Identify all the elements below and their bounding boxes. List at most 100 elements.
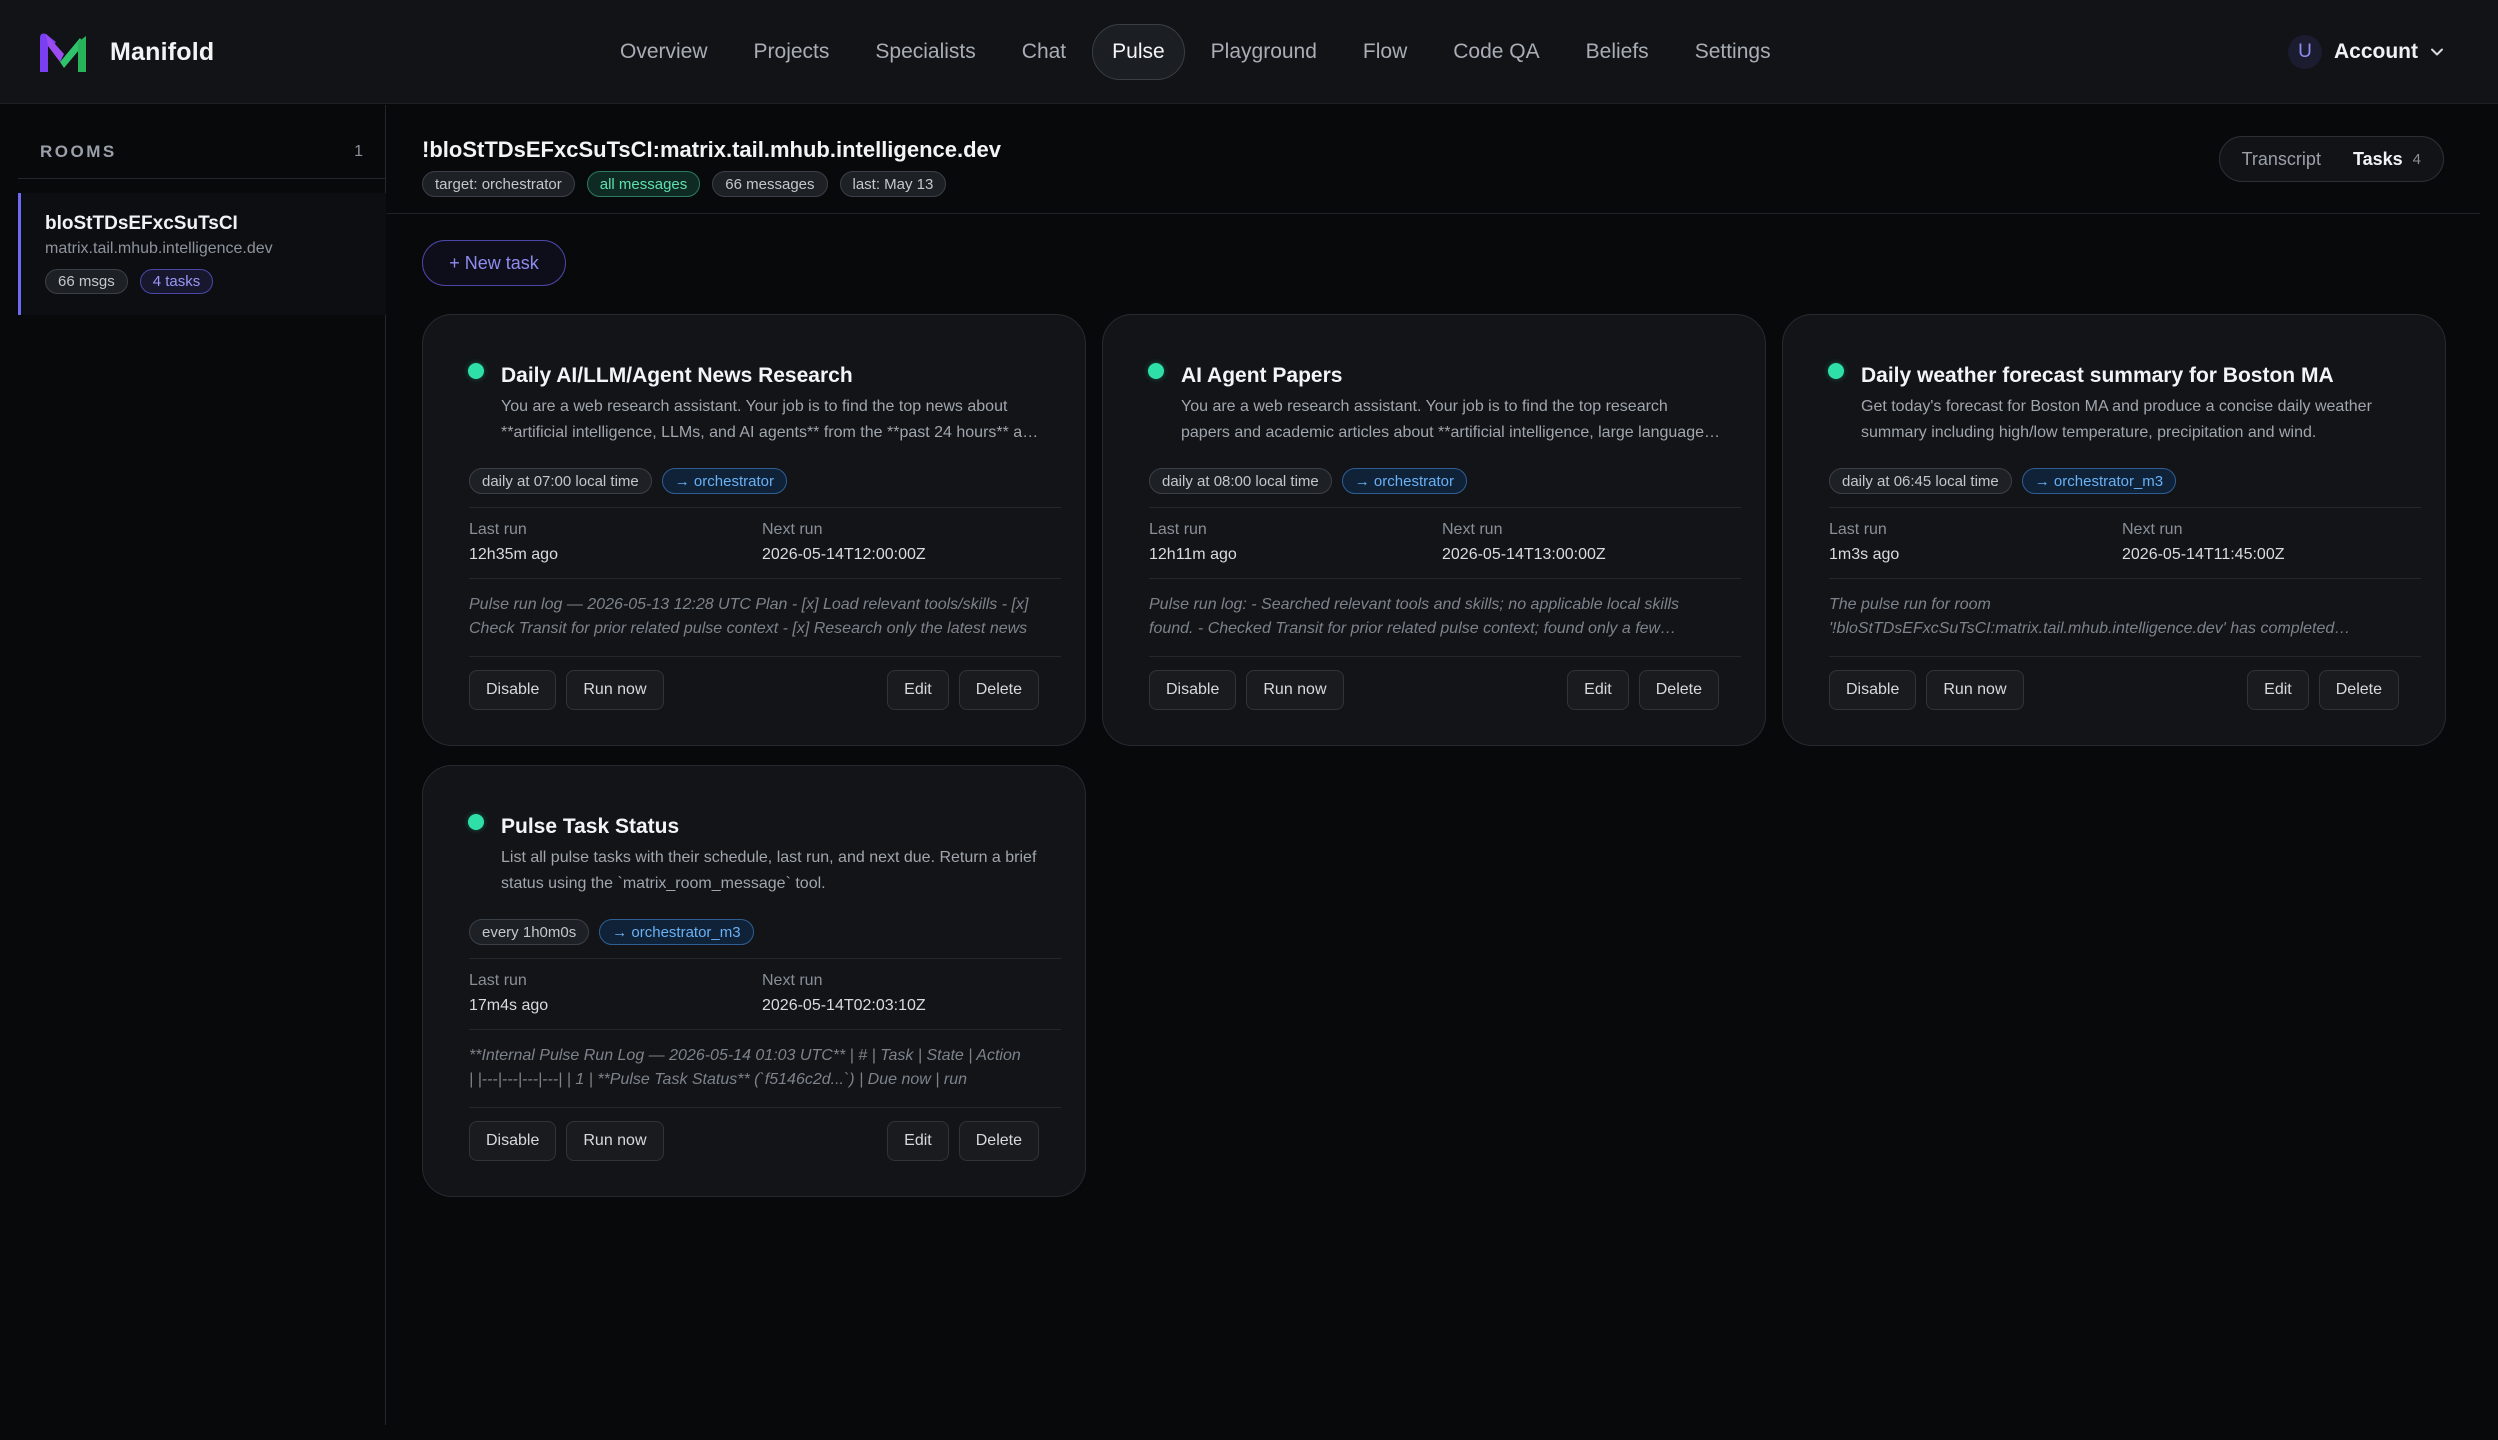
target-badge: → orchestrator: [661, 468, 787, 494]
new-task-button[interactable]: + New task: [422, 240, 566, 286]
last-run-label: Last run: [469, 972, 527, 989]
divider: [387, 213, 2480, 214]
edit-button[interactable]: Edit: [1567, 670, 1629, 710]
last-run: Last run 12h11m ago: [1149, 521, 1237, 564]
task-title: Daily weather forecast summary for Bosto…: [1861, 364, 2334, 387]
disable-button[interactable]: Disable: [469, 670, 557, 710]
delete-button[interactable]: Delete: [958, 1121, 1039, 1161]
task-tags: every 1h0m0s → orchestrator_m3: [469, 919, 754, 945]
tab-tasks[interactable]: Tasks 4: [2337, 142, 2437, 176]
delete-button[interactable]: Delete: [958, 670, 1039, 710]
next-run-value: 2026-05-14T13:00:00Z: [1442, 546, 1606, 563]
task-title: Daily AI/LLM/Agent News Research: [501, 364, 853, 387]
divider: [469, 1107, 1061, 1108]
next-run: Next run 2026-05-14T11:45:00Z: [2122, 521, 2284, 564]
next-run-value: 2026-05-14T11:45:00Z: [2122, 546, 2285, 563]
delete-button[interactable]: Delete: [1638, 670, 1719, 710]
disable-button[interactable]: Disable: [1829, 670, 1917, 710]
disable-button[interactable]: Disable: [469, 1121, 557, 1161]
divider: [469, 578, 1061, 579]
messages-badge: 66 messages: [712, 171, 828, 197]
account-label: Account: [2334, 40, 2418, 63]
nav-playground[interactable]: Playground: [1191, 24, 1337, 80]
room-host: matrix.tail.mhub.intelligence.dev: [45, 240, 273, 257]
rooms-header: ROOMS 1: [40, 137, 363, 167]
target-badge: → orchestrator: [1341, 468, 1467, 494]
nav-code-qa[interactable]: Code QA: [1433, 24, 1559, 80]
room-name: bloStTDsEFxcSuTsCI: [45, 213, 238, 234]
next-run: Next run 2026-05-14T13:00:00Z: [1442, 521, 1606, 564]
filter-badge[interactable]: all messages: [586, 171, 701, 197]
nav-beliefs[interactable]: Beliefs: [1566, 24, 1669, 80]
target-badge: → orchestrator_m3: [599, 919, 754, 945]
target-badge: target: orchestrator: [422, 171, 575, 197]
run-now-button[interactable]: Run now: [1926, 670, 2024, 710]
nav-projects[interactable]: Projects: [734, 24, 850, 80]
last-run-label: Last run: [1149, 521, 1207, 538]
top-bar: Manifold Overview Projects Specialists C…: [0, 0, 2498, 104]
nav-pulse[interactable]: Pulse: [1092, 24, 1185, 80]
last-run-value: 1m3s ago: [1829, 546, 1900, 563]
task-description: You are a web research assistant. Your j…: [501, 398, 1040, 441]
room-item[interactable]: bloStTDsEFxcSuTsCI matrix.tail.mhub.inte…: [18, 193, 386, 315]
divider: [1829, 507, 2421, 508]
task-log: Pulse run log: - Searched relevant tools…: [1149, 596, 1680, 637]
edit-button[interactable]: Edit: [887, 1121, 949, 1161]
account-menu[interactable]: U Account: [2288, 34, 2444, 70]
rooms-sidebar: ROOMS 1 bloStTDsEFxcSuTsCI matrix.tail.m…: [0, 105, 386, 1425]
nav-overview[interactable]: Overview: [600, 24, 728, 80]
nav-settings[interactable]: Settings: [1675, 24, 1791, 80]
divider: [1149, 656, 1741, 657]
nav-specialists[interactable]: Specialists: [855, 24, 995, 80]
task-description: List all pulse tasks with their schedule…: [501, 849, 1037, 892]
main-nav: Overview Projects Specialists Chat Pulse…: [600, 24, 1791, 80]
run-now-button[interactable]: Run now: [566, 670, 664, 710]
divider: [1829, 578, 2421, 579]
status-dot-icon: [468, 814, 484, 830]
rooms-count: 1: [354, 143, 363, 160]
main-panel: !bloStTDsEFxcSuTsCI:matrix.tail.mhub.int…: [387, 105, 2498, 1425]
manifold-logo-icon: [40, 33, 86, 72]
nav-flow[interactable]: Flow: [1343, 24, 1427, 80]
status-dot-icon: [468, 363, 484, 379]
status-dot-icon: [1828, 363, 1844, 379]
room-title: !bloStTDsEFxcSuTsCI:matrix.tail.mhub.int…: [422, 137, 1002, 162]
edit-button[interactable]: Edit: [2247, 670, 2309, 710]
run-now-button[interactable]: Run now: [566, 1121, 664, 1161]
last-run-label: Last run: [469, 521, 527, 538]
avatar: U: [2288, 35, 2322, 69]
last-run: Last run 12h35m ago: [469, 521, 558, 564]
next-run: Next run 2026-05-14T02:03:10Z: [762, 972, 926, 1015]
divider: [469, 507, 1061, 508]
nav-chat[interactable]: Chat: [1002, 24, 1086, 80]
divider: [18, 178, 385, 179]
next-run-label: Next run: [2122, 521, 2183, 538]
divider: [469, 656, 1061, 657]
brand[interactable]: Manifold: [38, 28, 214, 76]
tab-transcript[interactable]: Transcript: [2226, 142, 2337, 176]
task-tags: daily at 06:45 local time → orchestrator…: [1829, 468, 2177, 494]
last-run-value: 17m4s ago: [469, 997, 549, 1014]
divider: [469, 1029, 1061, 1030]
delete-button[interactable]: Delete: [2318, 670, 2399, 710]
schedule-badge: daily at 07:00 local time: [469, 468, 652, 494]
last-run: Last run 1m3s ago: [1829, 521, 1899, 564]
task-title: Pulse Task Status: [501, 815, 680, 838]
last-badge: last: May 13: [839, 171, 947, 197]
next-run-value: 2026-05-14T02:03:10Z: [762, 997, 926, 1014]
divider: [469, 958, 1061, 959]
last-run-value: 12h35m ago: [469, 546, 558, 563]
task-actions: Disable Run now Edit Delete: [1829, 670, 2399, 710]
edit-button[interactable]: Edit: [887, 670, 949, 710]
schedule-badge: daily at 06:45 local time: [1829, 468, 2012, 494]
last-run-value: 12h11m ago: [1149, 546, 1237, 563]
last-run: Last run 17m4s ago: [469, 972, 548, 1015]
tab-tasks-label: Tasks: [2352, 148, 2403, 169]
task-card: Daily AI/LLM/Agent News Research You are…: [422, 314, 1086, 746]
task-tags: daily at 07:00 local time → orchestrator: [469, 468, 787, 494]
disable-button[interactable]: Disable: [1149, 670, 1237, 710]
view-toggle: Transcript Tasks 4: [2218, 136, 2444, 182]
task-title: AI Agent Papers: [1181, 364, 1343, 387]
task-card: Pulse Task Status List all pulse tasks w…: [422, 765, 1086, 1197]
run-now-button[interactable]: Run now: [1246, 670, 1344, 710]
